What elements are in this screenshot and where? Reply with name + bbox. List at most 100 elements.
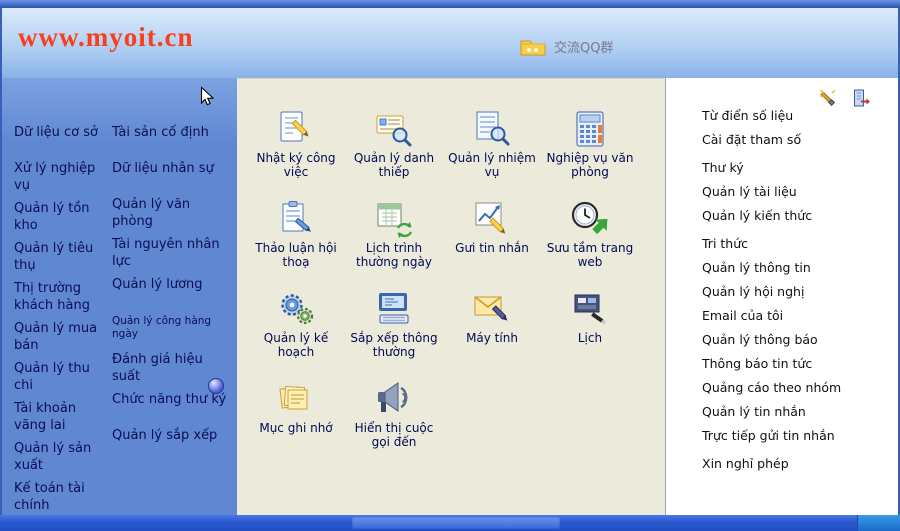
right-panel-group: Xin nghỉ phép: [702, 456, 841, 471]
sidebar-item[interactable]: Chức năng thư ký: [112, 391, 228, 421]
right-panel-item[interactable]: Cài đặt tham số: [702, 132, 841, 147]
sidebar-item[interactable]: Dữ liệu cơ sở: [14, 124, 109, 154]
sidebar: Dữ liệu cơ sở Xử lý nghiệp vụ Quản lý tồ…: [2, 78, 237, 515]
sidebar-item[interactable]: Quản lý sản xuất: [14, 440, 109, 474]
sidebar-column-1: Dữ liệu cơ sở Xử lý nghiệp vụ Quản lý tồ…: [14, 124, 109, 520]
app-item[interactable]: Quản lý danh thiếp: [345, 109, 443, 179]
send-message-chart-icon: [472, 199, 512, 239]
qq-folder-icon: [520, 36, 546, 56]
memo-notes-icon: [276, 379, 316, 419]
right-panel-group: Từ điển số liệu Cài đặt tham số: [702, 108, 841, 147]
magic-wand-icon[interactable]: [818, 88, 838, 108]
qq-group-link[interactable]: 交流QQ群: [520, 36, 613, 56]
app-icon-grid: Nhật ký công việc Quản lý danh thiếp Quả…: [247, 109, 647, 449]
right-panel: Từ điển số liệu Cài đặt tham số Thư ký Q…: [665, 78, 898, 515]
sidebar-item[interactable]: Dữ liệu nhân sự: [112, 160, 228, 190]
right-panel-item[interactable]: Từ điển số liệu: [702, 108, 841, 123]
site-url[interactable]: www.myoit.cn: [18, 22, 194, 53]
right-panel-item[interactable]: Quản lý thông tin: [702, 260, 841, 275]
app-item-label: Lịch trình thường ngày: [356, 241, 432, 269]
work-journal-icon: [276, 109, 316, 149]
taskbar-button[interactable]: [352, 517, 560, 529]
system-tray[interactable]: [857, 515, 900, 531]
sidebar-item[interactable]: Tài sản cố định: [112, 124, 228, 154]
app-item-label: Sắp xếp thông thường: [350, 331, 438, 359]
app-item[interactable]: Mục ghi nhớ: [247, 379, 345, 449]
app-item[interactable]: Sắp xếp thông thường: [345, 289, 443, 359]
right-panel-link-list: Từ điển số liệu Cài đặt tham số Thư ký Q…: [702, 108, 841, 484]
right-panel-item[interactable]: Thư ký: [702, 160, 841, 175]
app-item[interactable]: Hiển thị cuộc gọi đến: [345, 379, 443, 449]
app-item[interactable]: Thảo luận hội thoạ: [247, 199, 345, 269]
taskbar[interactable]: [0, 515, 900, 531]
sidebar-item[interactable]: Quản lý công hàng ngày: [112, 312, 228, 345]
right-panel-item[interactable]: Quản lý tin nhắn: [702, 404, 841, 419]
sidebar-item[interactable]: Tài nguyên nhân lực: [112, 236, 228, 270]
sidebar-item[interactable]: Quản lý văn phòng: [112, 196, 228, 230]
app-item-label: Quản lý danh thiếp: [353, 151, 435, 179]
right-panel-item[interactable]: Trực tiếp gửi tin nhắn: [702, 428, 841, 443]
app-item[interactable]: Sưu tầm trang web: [541, 199, 639, 269]
sidebar-item[interactable]: Xử lý nghiệp vụ: [14, 160, 109, 194]
office-calculator-icon: [570, 109, 610, 149]
sidebar-item[interactable]: Quản lý sắp xếp: [112, 427, 228, 457]
app-item-label: Sưu tầm trang web: [546, 241, 634, 269]
app-item[interactable]: Quản lý kế hoạch: [247, 289, 345, 359]
right-panel-item[interactable]: Quảng cáo theo nhóm: [702, 380, 841, 395]
whiteboard-icon: [570, 289, 610, 329]
right-panel-item[interactable]: Quản lý kiến thức: [702, 208, 841, 223]
right-panel-item[interactable]: Thông báo tin tức: [702, 356, 841, 371]
app-item-label: Quản lý nhiệm vụ: [448, 151, 536, 179]
business-card-icon: [374, 109, 414, 149]
app-item[interactable]: Nhật ký công việc: [247, 109, 345, 179]
app-item-label: Mục ghi nhớ: [259, 421, 333, 435]
sidebar-item[interactable]: Quản lý tồn kho: [14, 200, 109, 234]
sidebar-item[interactable]: Quản lý tiêu thụ: [14, 240, 109, 274]
main-workspace: Nhật ký công việc Quản lý danh thiếp Quả…: [237, 78, 665, 516]
app-item-label: Hiển thị cuộc gọi đến: [354, 421, 434, 449]
right-panel-item[interactable]: Quản lý tài liệu: [702, 184, 841, 199]
right-panel-item[interactable]: Tri thức: [702, 236, 841, 251]
right-panel-item[interactable]: Xin nghỉ phép: [702, 456, 841, 471]
incoming-call-megaphone-icon: [374, 379, 414, 419]
app-item[interactable]: Lịch trình thường ngày: [345, 199, 443, 269]
computer-arrange-icon: [374, 289, 414, 329]
app-item[interactable]: Gưi tin nhắn: [443, 199, 541, 269]
plan-gears-icon: [276, 289, 316, 329]
sidebar-item[interactable]: Kế toán tài chính: [14, 480, 109, 514]
app-window: www.myoit.cn 交流QQ群 Dữ liệu cơ sở Xử lý n…: [0, 0, 900, 531]
sidebar-item[interactable]: Tài khoản vãng lai: [14, 400, 109, 434]
app-item[interactable]: Máy tính: [443, 289, 541, 359]
sidebar-item[interactable]: Thị trường khách hàng: [14, 280, 109, 314]
sidebar-toggle-button[interactable]: [208, 378, 224, 394]
qq-group-label: 交流QQ群: [554, 40, 614, 56]
app-item-label: Quản lý kế hoạch: [263, 331, 329, 359]
daily-schedule-icon: [374, 199, 414, 239]
window-titlebar: [0, 0, 900, 8]
discussion-clipboard-icon: [276, 199, 316, 239]
right-panel-group: Tri thức Quản lý thông tin Quản lý hội n…: [702, 236, 841, 443]
app-item[interactable]: Quản lý nhiệm vụ: [443, 109, 541, 179]
panel-toolbar: [818, 88, 872, 108]
app-item-label: Nghiệp vụ văn phòng: [546, 151, 634, 179]
right-panel-item[interactable]: Quản lý thông báo: [702, 332, 841, 347]
task-search-icon: [472, 109, 512, 149]
header-banner: www.myoit.cn 交流QQ群: [2, 8, 898, 78]
app-item-label: Thảo luận hội thoạ: [255, 241, 337, 269]
app-item-label: Máy tính: [466, 331, 518, 345]
envelope-pen-icon: [472, 289, 512, 329]
exit-icon[interactable]: [852, 88, 872, 108]
app-item-label: Lịch: [577, 331, 603, 345]
app-item-label: Gưi tin nhắn: [455, 241, 529, 255]
app-item[interactable]: Lịch: [541, 289, 639, 359]
app-item-label: Nhật ký công việc: [256, 151, 336, 179]
app-item[interactable]: Nghiệp vụ văn phòng: [541, 109, 639, 179]
right-panel-item[interactable]: Quản lý hội nghị: [702, 284, 841, 299]
sidebar-item[interactable]: Quản lý thu chi: [14, 360, 109, 394]
sidebar-column-2: Tài sản cố định Dữ liệu nhân sự Quản lý …: [112, 124, 228, 463]
right-panel-group: Thư ký Quản lý tài liệu Quản lý kiến thứ…: [702, 160, 841, 223]
right-panel-item[interactable]: Email của tôi: [702, 308, 841, 323]
sidebar-item[interactable]: Quản lý lương: [112, 276, 228, 306]
sidebar-item[interactable]: Quản lý mua bán: [14, 320, 109, 354]
web-collect-clock-icon: [570, 199, 610, 239]
